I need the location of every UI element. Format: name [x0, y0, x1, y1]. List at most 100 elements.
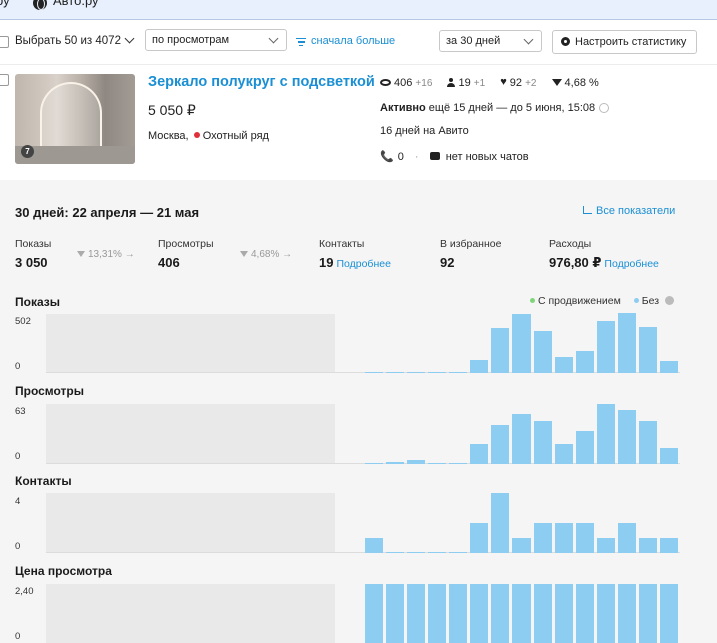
chart-bar[interactable]	[449, 584, 468, 643]
chart-bar[interactable]	[385, 552, 404, 553]
chart-bar[interactable]	[575, 584, 594, 643]
chart-bar[interactable]	[660, 361, 679, 373]
chart-bar[interactable]	[449, 463, 468, 464]
bookmark-autoru[interactable]: Авто.ру	[33, 0, 99, 10]
sort-order-link[interactable]: сначала больше	[296, 35, 395, 47]
chart-bar[interactable]	[449, 552, 468, 553]
all-metrics-label: Все показатели	[596, 205, 676, 217]
chart-bar[interactable]	[427, 584, 447, 643]
chart-bar[interactable]	[491, 584, 510, 643]
chart-bar[interactable]	[639, 538, 658, 553]
period-title: 30 дней: 22 апреля — 21 мая	[15, 205, 200, 220]
expenses-details-link[interactable]: Подробнее	[604, 258, 658, 270]
chart-bar[interactable]	[596, 321, 616, 373]
chart-bar[interactable]	[385, 462, 404, 464]
chart-bar[interactable]	[596, 404, 616, 464]
chart-bar[interactable]	[618, 523, 637, 553]
y-max-label: 502	[15, 316, 31, 327]
chart-bar[interactable]	[596, 538, 616, 553]
chart-bar[interactable]	[533, 584, 552, 643]
chart-bar[interactable]	[470, 523, 489, 553]
chart-bar[interactable]	[533, 523, 552, 553]
chart-contacts: Контакты 4 0	[0, 474, 717, 554]
chart-bar[interactable]	[575, 351, 594, 373]
chart-bar[interactable]	[385, 372, 404, 373]
chats-status[interactable]: нет новых чатов	[446, 151, 529, 163]
chart-bar[interactable]	[533, 331, 552, 373]
chart-bar[interactable]	[660, 448, 679, 464]
chart-bar[interactable]	[554, 584, 573, 643]
metric-contacts: Контакты 19 Подробнее	[319, 238, 391, 270]
chart-bar[interactable]	[639, 327, 658, 373]
listing-title[interactable]: Зеркало полукруг с подсветкой	[148, 74, 375, 90]
chart-bar[interactable]	[512, 584, 531, 643]
y-max-label: 63	[15, 406, 26, 417]
chart-bar[interactable]	[533, 421, 552, 464]
chart-bar[interactable]	[427, 552, 447, 553]
chart-title: Показы	[15, 295, 60, 309]
chart-bar[interactable]	[575, 431, 594, 464]
chart-view-price: Цена просмотра 2,40 0	[0, 564, 717, 643]
chart-bar[interactable]	[512, 414, 531, 464]
chart-bar[interactable]	[470, 444, 489, 464]
chart-bar[interactable]	[554, 444, 573, 464]
contacts-details-link[interactable]: Подробнее	[336, 258, 390, 270]
chart-bar[interactable]	[470, 584, 489, 643]
chart-trend-icon	[583, 206, 592, 215]
chart-bar[interactable]	[470, 360, 489, 373]
chevron-down-icon	[124, 33, 135, 44]
bookmark-fragment[interactable]: ру	[0, 0, 10, 8]
info-icon[interactable]	[599, 103, 610, 114]
chart-bar[interactable]	[618, 584, 637, 643]
chart-bar[interactable]	[364, 584, 383, 643]
chart-bar[interactable]	[427, 372, 447, 373]
chart-bar[interactable]	[575, 523, 594, 553]
chart-bar[interactable]	[385, 584, 404, 643]
y-max-label: 2,40	[15, 586, 34, 597]
chart-bar[interactable]	[364, 463, 383, 464]
period-select[interactable]: за 30 дней	[439, 30, 542, 52]
chart-bar[interactable]	[596, 584, 616, 643]
listing-location: Москва, Охотный ряд	[148, 130, 269, 142]
chart-bar[interactable]	[512, 538, 531, 553]
chart-bar[interactable]	[660, 538, 679, 553]
inactive-period-area	[46, 404, 335, 464]
chart-bar[interactable]	[491, 425, 510, 464]
sort-field-select[interactable]: по просмотрам	[145, 29, 287, 51]
chart-bar[interactable]	[364, 538, 383, 553]
all-metrics-link[interactable]: Все показатели	[583, 205, 675, 217]
y-min-label: 0	[15, 361, 21, 372]
chart-bar[interactable]	[639, 421, 658, 464]
select-all-dropdown[interactable]: Выбрать 50 из 4072	[15, 33, 135, 47]
listing-checkbox[interactable]	[0, 74, 9, 86]
select-all-checkbox[interactable]	[0, 36, 9, 48]
contacts-stat: 19 +1	[447, 77, 485, 89]
chart-bar[interactable]	[491, 328, 510, 373]
chart-bar[interactable]	[406, 552, 425, 553]
chart-bar[interactable]	[449, 372, 468, 373]
gear-icon	[561, 36, 570, 46]
chart-bar[interactable]	[618, 410, 637, 464]
chart-bar[interactable]	[660, 584, 679, 643]
chart-bar[interactable]	[491, 493, 510, 553]
chart-title: Просмотры	[15, 384, 85, 398]
listing-metro: Охотный ряд	[202, 130, 269, 142]
chart-bar[interactable]	[406, 372, 425, 373]
listing-card: 7 Зеркало полукруг с подсветкой 5 050 ₽ …	[0, 64, 717, 180]
favorites-stat: ♥ 92 +2	[500, 75, 537, 89]
metric-impressions: Показы 3 050	[15, 238, 52, 270]
chart-bar[interactable]	[639, 584, 658, 643]
chart-bar[interactable]	[618, 313, 637, 373]
chart-bar[interactable]	[512, 314, 531, 373]
listing-photo[interactable]: 7	[15, 74, 135, 164]
chart-bar[interactable]	[427, 463, 447, 464]
chart-bar[interactable]	[406, 460, 425, 464]
configure-stats-button[interactable]: Настроить статистику	[552, 30, 697, 54]
chart-bar[interactable]	[406, 584, 425, 643]
metric-expenses: Расходы 976,80 ₽ Подробнее	[549, 238, 659, 270]
conversion-views-to-contacts: 4,68% →	[240, 249, 292, 260]
chart-bar[interactable]	[554, 523, 573, 553]
chart-bar[interactable]	[554, 357, 573, 373]
metric-favorites: В избранное 92	[440, 238, 502, 270]
chart-bar[interactable]	[364, 372, 383, 373]
